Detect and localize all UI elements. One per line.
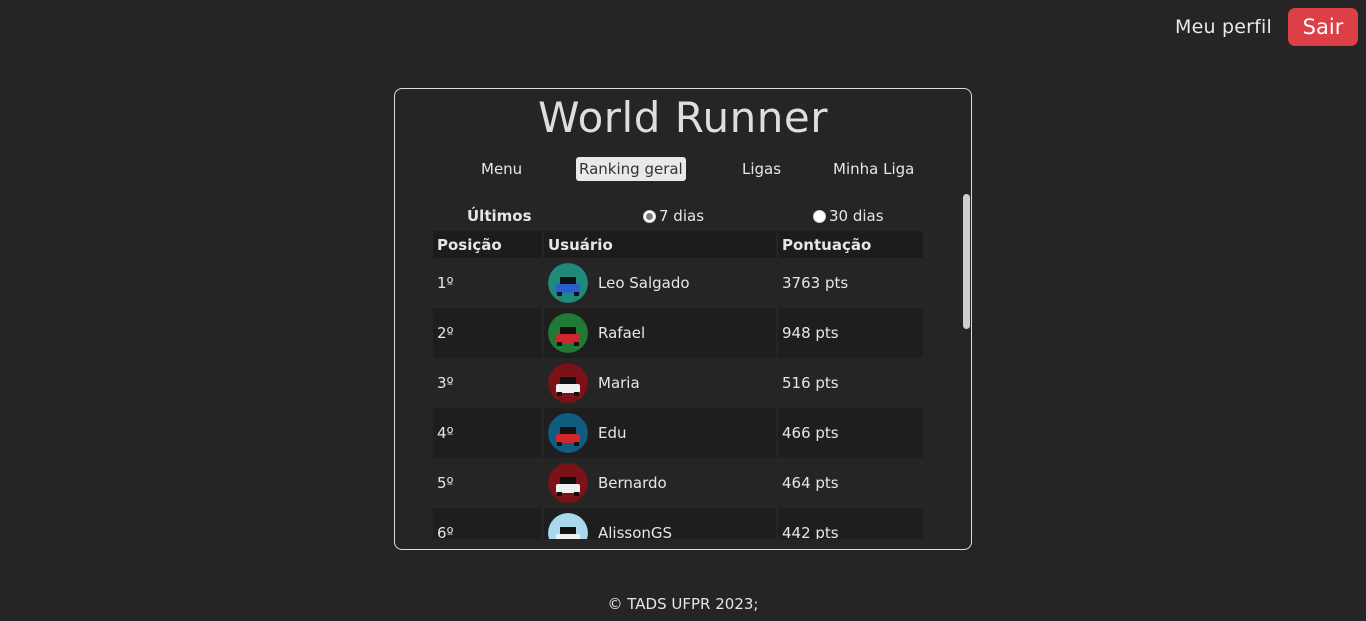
- user-info: Rafael: [548, 313, 772, 353]
- nav-item-menu[interactable]: Menu: [481, 157, 522, 181]
- period-7-days-option[interactable]: 7 dias: [643, 207, 704, 225]
- cell-score: 3763 pts: [778, 258, 923, 308]
- header-position: Posição: [433, 231, 542, 258]
- user-name: Maria: [598, 374, 640, 392]
- cell-score: 466 pts: [778, 408, 923, 458]
- cell-score: 948 pts: [778, 308, 923, 358]
- nav-bar: Menu Ranking geral Ligas Minha Liga: [395, 157, 971, 183]
- user-info: AlissonGS: [548, 513, 772, 539]
- nav-item-ligas[interactable]: Ligas: [742, 157, 781, 181]
- cell-position: 5º: [433, 458, 542, 508]
- user-name: Rafael: [598, 324, 646, 342]
- my-profile-link[interactable]: Meu perfil: [1175, 16, 1272, 38]
- table-row: 6º AlissonGS 442 pts: [433, 508, 923, 539]
- cell-score: 464 pts: [778, 458, 923, 508]
- period-label: Últimos: [467, 207, 532, 225]
- ranking-body: 1º Leo Salgado 3763 pts 2º Rafael 948 pts 3º Ma…: [433, 258, 923, 539]
- cell-position: 2º: [433, 308, 542, 358]
- table-row: 3º Maria 516 pts: [433, 358, 923, 408]
- header-score: Pontuação: [778, 231, 923, 258]
- period-30-days-label: 30 dias: [829, 207, 884, 225]
- period-7-days-label: 7 dias: [659, 207, 705, 225]
- nav-item-ranking-geral[interactable]: Ranking geral: [576, 157, 686, 181]
- cell-user: Rafael: [544, 308, 776, 358]
- cell-score: 516 pts: [778, 358, 923, 408]
- radio-7-days[interactable]: [643, 209, 656, 223]
- user-info: Maria: [548, 363, 772, 403]
- radio-30-days[interactable]: [813, 209, 826, 223]
- scrollbar-thumb[interactable]: [963, 194, 970, 329]
- nav-item-minha-liga[interactable]: Minha Liga: [833, 157, 914, 181]
- user-info: Bernardo: [548, 463, 772, 503]
- cell-position: 3º: [433, 358, 542, 408]
- table-row: 2º Rafael 948 pts: [433, 308, 923, 358]
- avatar: [548, 463, 588, 503]
- avatar: [548, 363, 588, 403]
- avatar: [548, 263, 588, 303]
- ranking-scroll-area[interactable]: Últimos 7 dias 30 dias Posição Usuário P…: [433, 201, 927, 539]
- table-row: 5º Bernardo 464 pts: [433, 458, 923, 508]
- cell-position: 1º: [433, 258, 542, 308]
- user-info: Leo Salgado: [548, 263, 772, 303]
- cell-score: 442 pts: [778, 508, 923, 539]
- avatar: [548, 313, 588, 353]
- user-name: Bernardo: [598, 474, 667, 492]
- user-name: Leo Salgado: [598, 274, 690, 292]
- cell-user: AlissonGS: [544, 508, 776, 539]
- cell-position: 4º: [433, 408, 542, 458]
- cell-position: 6º: [433, 508, 542, 539]
- cell-user: Leo Salgado: [544, 258, 776, 308]
- header-user: Usuário: [544, 231, 776, 258]
- main-card: World Runner Menu Ranking geral Ligas Mi…: [394, 88, 972, 550]
- user-info: Edu: [548, 413, 772, 453]
- table-row: 4º Edu 466 pts: [433, 408, 923, 458]
- cell-user: Bernardo: [544, 458, 776, 508]
- cell-user: Edu: [544, 408, 776, 458]
- app-title: World Runner: [538, 93, 828, 142]
- ranking-table: Posição Usuário Pontuação 1º Leo Salgado 3…: [433, 231, 925, 539]
- table-header-row: Posição Usuário Pontuação: [433, 231, 923, 258]
- footer-copyright: © TADS UFPR 2023;: [607, 595, 759, 613]
- user-name: AlissonGS: [598, 524, 673, 539]
- top-bar: Meu perfil Sair: [1175, 8, 1358, 46]
- cell-user: Maria: [544, 358, 776, 408]
- avatar: [548, 513, 588, 539]
- period-30-days-option[interactable]: 30 dias: [813, 207, 884, 225]
- table-row: 1º Leo Salgado 3763 pts: [433, 258, 923, 308]
- logout-button[interactable]: Sair: [1288, 8, 1358, 46]
- avatar: [548, 413, 588, 453]
- period-filter: Últimos 7 dias 30 dias: [433, 201, 927, 231]
- user-name: Edu: [598, 424, 627, 442]
